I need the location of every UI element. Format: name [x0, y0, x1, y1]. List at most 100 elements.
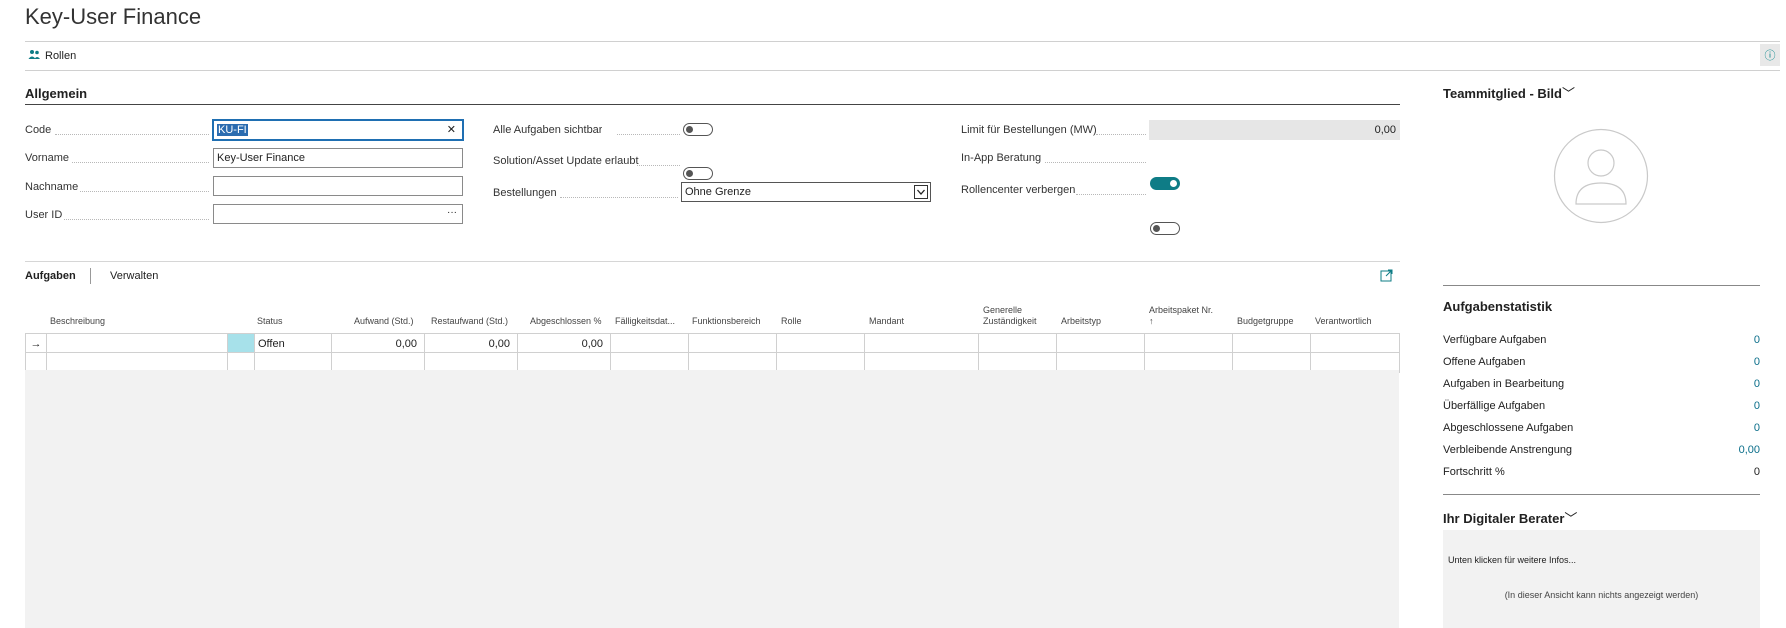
allgemein-section-title[interactable]: Allgemein — [25, 86, 87, 101]
cell-abgeschlossen[interactable]: 0,00 — [518, 334, 611, 353]
cell-funktionsbereich[interactable] — [689, 334, 777, 353]
col-verantwortlich[interactable]: Verantwortlich — [1315, 316, 1372, 327]
stat-offene[interactable]: Offene Aufgaben 0 — [1443, 356, 1760, 368]
stat-value[interactable]: 0 — [1754, 334, 1760, 346]
aufgabenstatistik-title: Aufgabenstatistik — [1443, 299, 1553, 314]
page-title: Key-User Finance — [25, 4, 202, 29]
stat-verbleibende[interactable]: Verbleibende Anstrengung 0,00 — [1443, 444, 1760, 456]
cell-rolle[interactable] — [777, 334, 865, 353]
rollen-button[interactable]: Rollen — [28, 49, 76, 63]
stat-ueberfaellige[interactable]: Überfällige Aufgaben 0 — [1443, 400, 1760, 412]
aufgabenstatistik-list: Verfügbare Aufgaben 0 Offene Aufgaben 0 Au… — [1443, 334, 1760, 484]
stat-label: Offene Aufgaben — [1443, 356, 1526, 368]
bestellungen-label: Bestellungen — [493, 187, 557, 199]
col-mandant[interactable]: Mandant — [869, 316, 904, 327]
stat-verfuegbare[interactable]: Verfügbare Aufgaben 0 — [1443, 334, 1760, 346]
user-id-field[interactable]: ··· — [213, 204, 463, 224]
lookup-icon[interactable]: ··· — [447, 207, 457, 218]
stat-label: Verbleibende Anstrengung — [1443, 444, 1573, 456]
table-row[interactable]: → Offen 0,00 0,00 0,00 — [25, 333, 1400, 353]
limit-field[interactable]: 0,00 — [1149, 120, 1400, 140]
rollencenter-toggle[interactable] — [1150, 222, 1180, 235]
col-generelle-line2: Zuständigkeit — [983, 316, 1037, 326]
berater-hint[interactable]: Unten klicken für weitere Infos... — [1448, 555, 1576, 565]
cell-generelle[interactable] — [979, 334, 1057, 353]
cell-status-indicator — [228, 334, 255, 353]
stat-abgeschlossene[interactable]: Abgeschlossene Aufgaben 0 — [1443, 422, 1760, 434]
stat-value[interactable]: 0 — [1754, 356, 1760, 368]
inapp-toggle[interactable] — [1150, 177, 1180, 190]
code-label: Code — [25, 124, 52, 136]
berater-panel: Unten klicken für weitere Infos... (In d… — [1443, 530, 1760, 628]
stat-fortschritt: Fortschritt % 0 — [1443, 466, 1760, 478]
section-divider — [25, 104, 1400, 105]
stat-value: 0 — [1753, 466, 1760, 478]
stat-label: Überfällige Aufgaben — [1443, 400, 1546, 412]
vorname-value: Key-User Finance — [217, 152, 306, 164]
cell-restaufwand[interactable]: 0,00 — [425, 334, 518, 353]
chevron-down-icon: ﹀ — [1564, 511, 1578, 526]
tab-verwalten[interactable]: Verwalten — [110, 270, 158, 282]
stat-in-bearbeitung[interactable]: Aufgaben in Bearbeitung 0 — [1443, 378, 1760, 390]
teammitglied-title-text: Teammitglied - Bild — [1443, 86, 1562, 101]
col-abgeschlossen[interactable]: Abgeschlossen % — [530, 316, 602, 327]
cell-arbeitspaket[interactable] — [1145, 334, 1233, 353]
solution-update-toggle[interactable] — [683, 167, 713, 180]
nachname-label: Nachname — [25, 181, 79, 193]
cell-faelligkeit[interactable] — [611, 334, 689, 353]
limit-label: Limit für Bestellungen (MW) — [961, 124, 1097, 136]
col-faelligkeit[interactable]: Fälligkeitsdat... — [615, 316, 675, 327]
clear-icon[interactable]: ✕ — [447, 123, 456, 136]
col-generelle-line1: Generelle — [983, 305, 1023, 315]
nachname-field[interactable] — [213, 176, 463, 196]
col-arbeitstyp[interactable]: Arbeitstyp — [1061, 316, 1101, 327]
inapp-label: In-App Beratung — [961, 152, 1042, 164]
col-arbeitspaket-line1: Arbeitspaket Nr. — [1149, 305, 1214, 315]
cell-aufwand[interactable]: 0,00 — [332, 334, 425, 353]
code-field[interactable]: KU-FI ✕ — [212, 119, 464, 141]
berater-title-text: Ihr Digitaler Berater — [1443, 511, 1565, 526]
solution-update-label: Solution/Asset Update erlaubt — [493, 155, 639, 167]
stat-label: Verfügbare Aufgaben — [1443, 334, 1547, 346]
alle-aufgaben-toggle[interactable] — [683, 123, 713, 136]
col-arbeitspaket[interactable]: Arbeitspaket Nr. ↑ — [1149, 305, 1213, 327]
expand-icon[interactable] — [1380, 269, 1393, 285]
cell-verantwortlich[interactable] — [1311, 334, 1400, 353]
col-generelle[interactable]: Generelle Zuständigkeit — [983, 305, 1037, 327]
col-funktionsbereich[interactable]: Funktionsbereich — [692, 316, 761, 327]
teammitglied-title[interactable]: Teammitglied - Bild﹀ — [1443, 83, 1575, 102]
cell-mandant[interactable] — [865, 334, 979, 353]
stat-value[interactable]: 0 — [1754, 378, 1760, 390]
col-status[interactable]: Status — [257, 316, 283, 327]
sort-asc-icon: ↑ — [1149, 316, 1154, 326]
col-budgetgruppe[interactable]: Budgetgruppe — [1237, 316, 1294, 327]
cell-budgetgruppe[interactable] — [1233, 334, 1311, 353]
cell-beschreibung[interactable] — [47, 334, 228, 353]
factbox-divider — [1443, 494, 1760, 495]
col-restaufwand[interactable]: Restaufwand (Std.) — [431, 316, 508, 327]
col-aufwand[interactable]: Aufwand (Std.) — [354, 316, 414, 327]
cell-status[interactable]: Offen — [255, 334, 332, 353]
col-rolle[interactable]: Rolle — [781, 316, 802, 327]
tab-aufgaben[interactable]: Aufgaben — [25, 270, 76, 282]
bestellungen-select[interactable]: Ohne Grenze — [681, 182, 931, 202]
row-marker-icon[interactable]: → — [26, 334, 47, 353]
col-beschreibung[interactable]: Beschreibung — [50, 316, 105, 327]
cell-arbeitstyp[interactable] — [1057, 334, 1145, 353]
stat-value[interactable]: 0 — [1754, 400, 1760, 412]
berater-empty-text: (In dieser Ansicht kann nichts angezeigt… — [1504, 590, 1699, 600]
info-icon: ⓘ — [1764, 50, 1776, 62]
rollen-label: Rollen — [45, 50, 77, 62]
rollencenter-label: Rollencenter verbergen — [961, 184, 1076, 196]
info-button[interactable]: ⓘ — [1760, 44, 1780, 66]
limit-value: 0,00 — [1374, 124, 1396, 136]
stat-label: Aufgaben in Bearbeitung — [1443, 378, 1565, 390]
action-bar: Rollen ⓘ — [25, 41, 1780, 71]
berater-title[interactable]: Ihr Digitaler Berater﹀ — [1443, 508, 1577, 527]
stat-value[interactable]: 0 — [1754, 422, 1760, 434]
avatar — [1553, 128, 1649, 227]
vorname-label: Vorname — [25, 152, 70, 164]
stat-value[interactable]: 0,00 — [1739, 444, 1760, 456]
tabs-top-divider — [25, 261, 1400, 262]
vorname-field[interactable]: Key-User Finance — [213, 148, 463, 168]
